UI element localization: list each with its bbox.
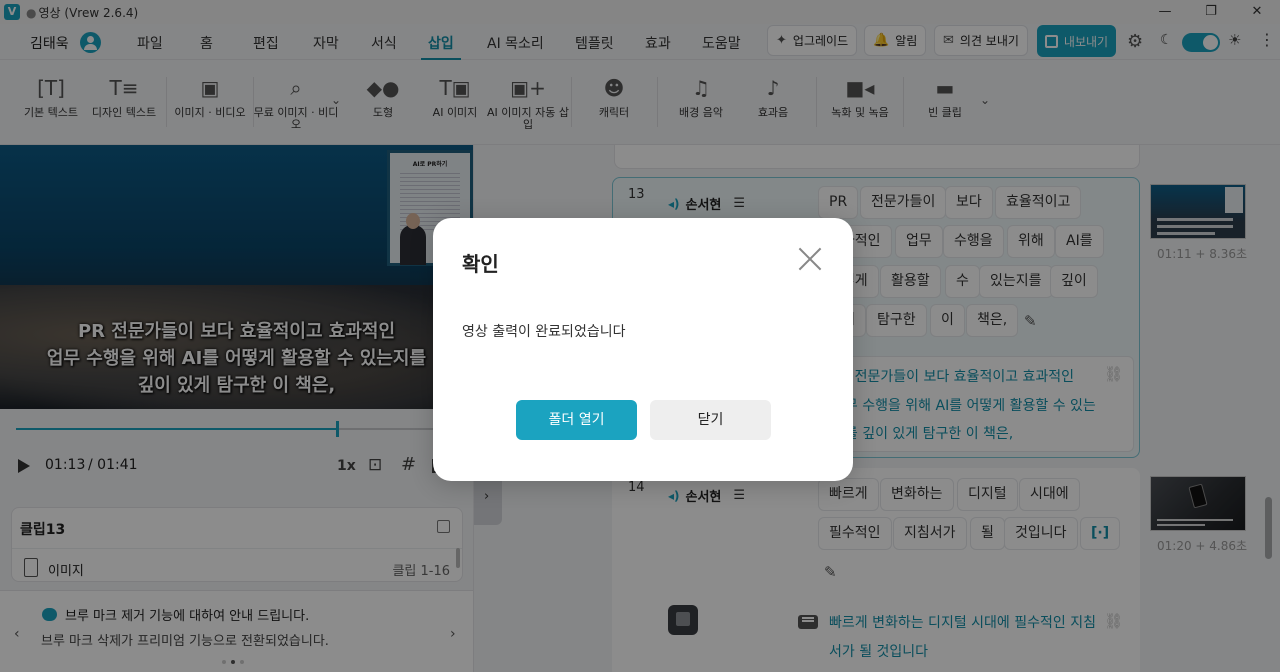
confirm-dialog: 확인 영상 출력이 완료되었습니다 폴더 열기 닫기 bbox=[433, 218, 853, 481]
dialog-title: 확인 bbox=[462, 252, 499, 276]
close-dialog-button[interactable]: 닫기 bbox=[650, 400, 771, 440]
open-folder-button[interactable]: 폴더 열기 bbox=[516, 400, 637, 440]
dialog-message: 영상 출력이 완료되었습니다 bbox=[462, 324, 626, 340]
close-icon[interactable] bbox=[797, 246, 823, 272]
